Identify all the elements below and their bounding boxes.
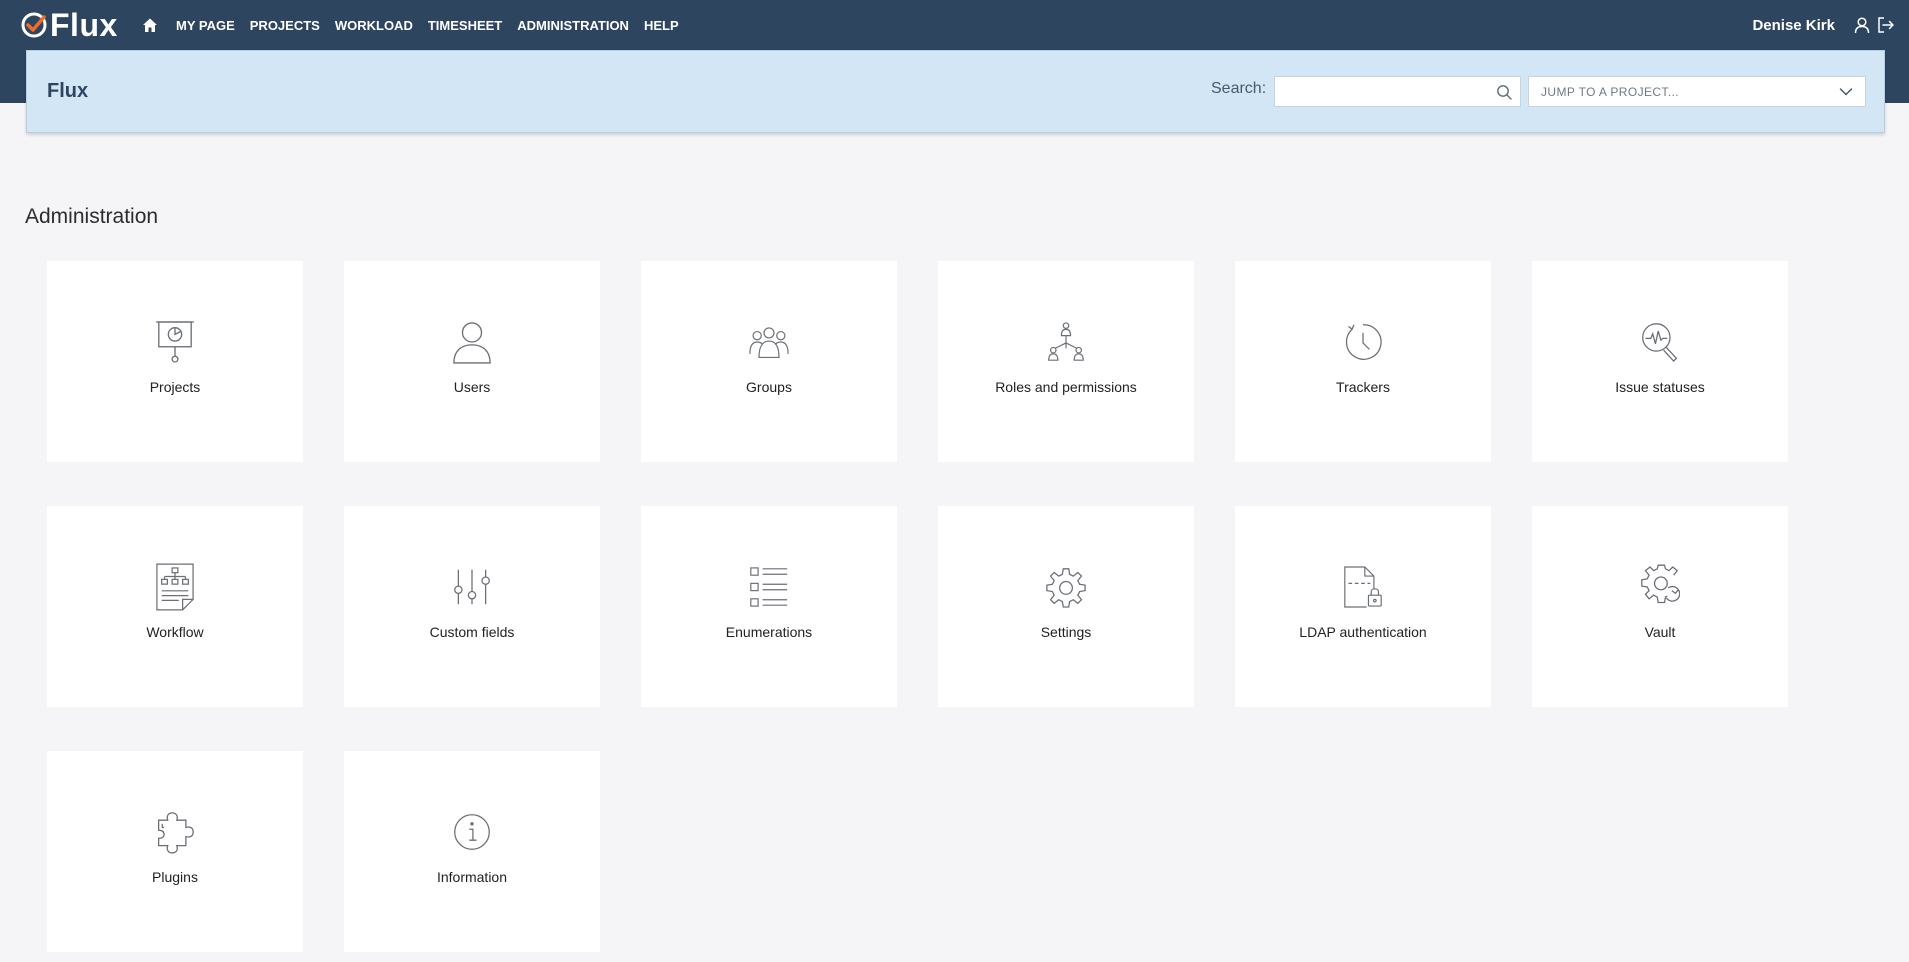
user-area: Denise Kirk <box>1752 0 1895 50</box>
header-title: Flux <box>47 80 89 102</box>
tile-label: Information <box>436 869 508 885</box>
nav-my-page[interactable]: My page <box>176 18 235 33</box>
tile-label: Settings <box>1040 624 1092 640</box>
tile-enumerations[interactable]: Enumerations <box>641 506 897 707</box>
top-navigation: Flux My page Projects Workload Timesheet… <box>0 0 1909 50</box>
tile-label: Issue statuses <box>1615 379 1705 395</box>
workflow-document-icon <box>155 563 195 611</box>
nav-administration[interactable]: Administration <box>517 18 629 33</box>
tile-projects[interactable]: Projects <box>47 261 303 462</box>
nav-help[interactable]: Help <box>644 18 679 33</box>
search-box <box>1274 76 1521 107</box>
user-icon[interactable] <box>1853 16 1871 34</box>
tile-users[interactable]: Users <box>344 261 600 462</box>
check-logo-icon <box>20 11 48 39</box>
user-name[interactable]: Denise Kirk <box>1752 17 1835 34</box>
clock-icon <box>1343 319 1383 365</box>
tile-vault[interactable]: Vault <box>1532 506 1788 707</box>
tile-groups[interactable]: Groups <box>641 261 897 462</box>
info-icon <box>452 809 492 855</box>
tile-information[interactable]: Information <box>344 751 600 952</box>
main-nav: My page Projects Workload Timesheet Admi… <box>142 0 694 50</box>
tile-label: Vault <box>1644 624 1676 640</box>
sliders-icon <box>452 564 492 610</box>
tile-custom-fields[interactable]: Custom fields <box>344 506 600 707</box>
nav-workload[interactable]: Workload <box>335 18 413 33</box>
gear-icon <box>1046 564 1086 610</box>
tile-ldap-authentication[interactable]: LDAP authentication <box>1235 506 1491 707</box>
nav-timesheet[interactable]: Timesheet <box>428 18 502 33</box>
magnifier-pulse-icon <box>1640 319 1680 365</box>
app-logo[interactable]: Flux <box>20 9 118 41</box>
tile-label: Roles and permissions <box>995 379 1137 395</box>
tile-label: Plugins <box>152 869 198 885</box>
tile-settings[interactable]: Settings <box>938 506 1194 707</box>
search-label: Search: <box>1211 80 1267 97</box>
tile-label: Workflow <box>146 624 204 640</box>
project-header: Flux Search: Jump to a project... <box>26 50 1885 133</box>
tile-workflow[interactable]: Workflow <box>47 506 303 707</box>
presentation-board-icon <box>155 319 195 365</box>
tile-label: Groups <box>746 379 792 395</box>
tile-trackers[interactable]: Trackers <box>1235 261 1491 462</box>
user-icon <box>452 319 492 365</box>
tile-label: Enumerations <box>725 624 813 640</box>
nav-projects[interactable]: Projects <box>250 18 320 33</box>
home-icon[interactable] <box>142 16 160 34</box>
jump-to-project-label: Jump to a project... <box>1541 84 1680 99</box>
chevron-down-icon <box>1839 86 1853 98</box>
logo-text: Flux <box>50 7 118 43</box>
tile-label: Projects <box>149 379 201 395</box>
tile-label: Custom fields <box>429 624 515 640</box>
tile-label: Users <box>453 379 491 395</box>
tile-roles-and-permissions[interactable]: Roles and permissions <box>938 261 1194 462</box>
search-icon[interactable] <box>1496 84 1512 100</box>
hierarchy-icon <box>1046 319 1086 365</box>
tile-issue-statuses[interactable]: Issue statuses <box>1532 261 1788 462</box>
gear-refresh-icon <box>1640 564 1680 610</box>
group-icon <box>749 319 789 365</box>
tile-label: LDAP authentication <box>1299 624 1427 640</box>
tile-plugins[interactable]: Plugins <box>47 751 303 952</box>
page-title: Administration <box>25 205 159 228</box>
jump-to-project-select[interactable]: Jump to a project... <box>1528 76 1866 107</box>
search-input[interactable] <box>1275 77 1480 106</box>
puzzle-icon <box>155 809 195 855</box>
list-icon <box>749 564 789 610</box>
tile-label: Trackers <box>1336 379 1390 395</box>
locked-document-icon <box>1343 564 1383 610</box>
logout-icon[interactable] <box>1877 16 1895 34</box>
